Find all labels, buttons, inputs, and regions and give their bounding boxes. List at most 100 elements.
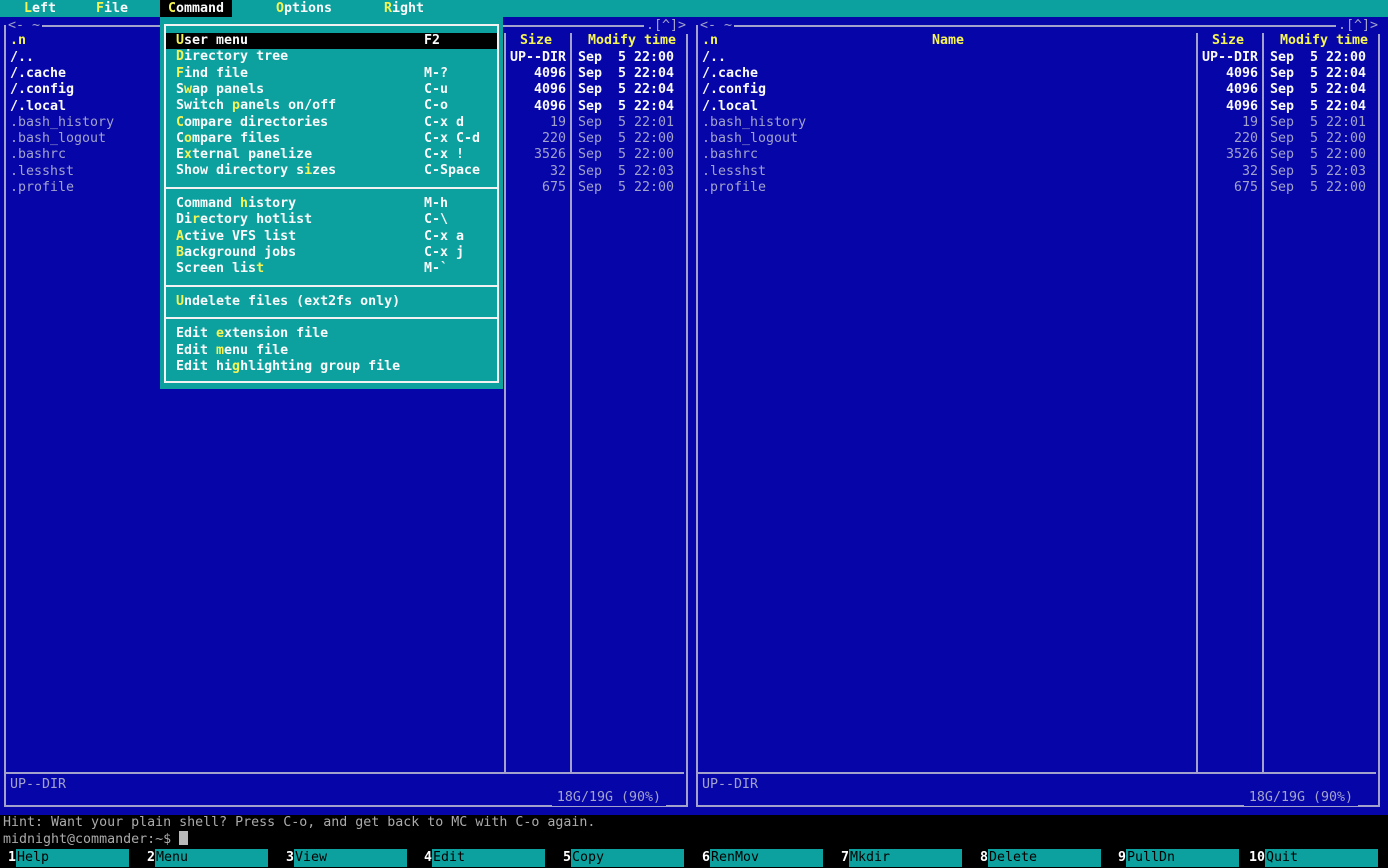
menu-item-command-history[interactable]: Command history M-h (166, 196, 497, 212)
fkey-button-mkdir[interactable]: 7Mkdir (833, 849, 972, 867)
label-rest: ectory hotlist (200, 212, 312, 227)
menu-item-find-file[interactable]: Find fileM-? (166, 66, 497, 82)
menu-item-label: Command history (176, 196, 296, 212)
fkey-button-menu[interactable]: 2Menu (139, 849, 278, 867)
menu-item-switch-panels-on-off[interactable]: Switch panels on/offC-o (166, 98, 497, 114)
hotkey-letter: g (232, 359, 240, 374)
menu-item-background-jobs[interactable]: Background jobsC-x j (166, 245, 497, 261)
command-menu-dropdown: User menuF2Directory treeFind fileM-?Swa… (160, 17, 503, 389)
hotkey-letter: U (176, 33, 184, 48)
hotkey-letter: R (384, 1, 392, 16)
file-row[interactable]: .bashrc3526Sep 5 22:00 (698, 147, 1376, 163)
file-row[interactable]: .profile675Sep 5 22:00 (698, 180, 1376, 196)
file-mtime: Sep 5 22:00 (1270, 131, 1366, 147)
hotkey-letter: i (304, 163, 312, 178)
file-size: UP--DIR (504, 50, 568, 66)
panel-path[interactable]: ~ (724, 18, 732, 33)
menu-item-edit-extension-file[interactable]: Edit extension file (166, 326, 497, 342)
column-header-size[interactable]: Size (504, 33, 568, 49)
fkey-button-view[interactable]: 3View (278, 849, 417, 867)
menu-item-shortcut: C-Space (424, 163, 480, 179)
menu-item-edit-highlighting-group-file[interactable]: Edit highlighting group file (166, 359, 497, 375)
menu-item-directory-tree[interactable]: Directory tree (166, 49, 497, 65)
history-back-button[interactable]: <- (700, 18, 716, 33)
label-rest: ompare directories (184, 115, 328, 130)
file-row[interactable]: /.config4096Sep 5 22:04 (698, 82, 1376, 98)
menu-item-shortcut: M-h (424, 196, 448, 212)
column-header-mtime[interactable]: Modify time (570, 33, 694, 49)
file-mtime: Sep 5 22:04 (1270, 82, 1366, 98)
file-name: /.config (702, 82, 766, 98)
file-row[interactable]: .lesshst32Sep 5 22:03 (698, 164, 1376, 180)
column-header-size[interactable]: Size (1196, 33, 1260, 49)
fkey-button-help[interactable]: 1Help (0, 849, 139, 867)
menu-item-undelete-files-ext2fs-only[interactable]: Undelete files (ext2fs only) (166, 294, 497, 310)
command-line[interactable]: midnight@commander:~$ (3, 831, 188, 847)
fkey-button-delete[interactable]: 8Delete (972, 849, 1111, 867)
menu-item-label: Edit extension file (176, 326, 328, 342)
menu-item-directory-hotlist[interactable]: Directory hotlistC-\ (166, 212, 497, 228)
file-mtime: Sep 5 22:04 (578, 99, 674, 115)
right-panel: <-~.[^]>.nNameSizeModify time/..UP--DIRS… (692, 17, 1384, 815)
fkey-button-copy[interactable]: 5Copy (555, 849, 694, 867)
fkey-button-quit[interactable]: 10Quit (1249, 849, 1388, 867)
label-pre: Command (176, 196, 240, 211)
panel-path[interactable]: ~ (32, 18, 40, 33)
menu-item-active-vfs-list[interactable]: Active VFS list C-x a (166, 229, 497, 245)
menubar-item-left[interactable]: Left (16, 0, 64, 17)
menu-item-compare-directories[interactable]: Compare directoriesC-x d (166, 115, 497, 131)
menu-item-label: Find file (176, 66, 248, 82)
fkey-number: 2 (139, 849, 155, 867)
menu-item-compare-files[interactable]: Compare filesC-x C-d (166, 131, 497, 147)
file-mtime: Sep 5 22:00 (1270, 50, 1366, 66)
file-size: 3526 (1196, 147, 1260, 163)
updir-button[interactable]: .[^]> (1336, 18, 1380, 34)
file-size: 19 (504, 115, 568, 131)
updir-button[interactable]: .[^]> (644, 18, 688, 34)
file-row[interactable]: /..UP--DIRSep 5 22:00 (698, 50, 1376, 66)
fkey-label: Edit (432, 849, 545, 867)
file-row[interactable]: .bash_history19Sep 5 22:01 (698, 115, 1376, 131)
menu-item-shortcut: F2 (424, 33, 440, 49)
label-pre: Edit (176, 326, 216, 341)
history-back-button[interactable]: <- (8, 18, 24, 33)
menu-item-label: Compare directories (176, 115, 328, 131)
menu-item-shortcut: C-x ! (424, 147, 464, 163)
menu-item-label: Screen list (176, 261, 264, 277)
menu-item-screen-list[interactable]: Screen listM-` (166, 261, 497, 277)
menu-item-label: Active VFS list (176, 229, 296, 245)
file-name: .profile (702, 180, 766, 196)
file-name: .lesshst (10, 164, 74, 180)
menubar-item-right[interactable]: Right (376, 0, 432, 17)
file-name: /.config (10, 82, 74, 98)
label-rest: mpare files (192, 131, 280, 146)
fkey-button-renmov[interactable]: 6RenMov (694, 849, 833, 867)
menu-item-user-menu[interactable]: User menuF2 (166, 33, 497, 49)
hotkey-letter: e (216, 326, 224, 341)
file-row[interactable]: .bash_logout220Sep 5 22:00 (698, 131, 1376, 147)
label-pre: Edit (176, 343, 216, 358)
label-rest: ommand (176, 1, 224, 16)
menu-item-external-panelize[interactable]: External panelizeC-x ! (166, 147, 497, 163)
fkey-label: Copy (571, 849, 684, 867)
free-space-indicator: 18G/19G (90%) (552, 790, 666, 806)
file-row[interactable]: /.cache4096Sep 5 22:04 (698, 66, 1376, 82)
column-header-mtime[interactable]: Modify time (1262, 33, 1386, 49)
menu-item-edit-menu-file[interactable]: Edit menu file (166, 343, 497, 359)
column-header-name[interactable]: Name (702, 33, 1194, 49)
menu-item-shortcut: C-x a (424, 229, 464, 245)
menu-separator (164, 187, 499, 189)
menu-item-swap-panels[interactable]: Swap panelsC-u (166, 82, 497, 98)
menubar-item-command[interactable]: Command (160, 0, 232, 17)
menu-item-show-directory-sizes[interactable]: Show directory sizesC-Space (166, 163, 497, 179)
menu-item-label: Swap panels (176, 82, 264, 98)
file-row[interactable]: /.local4096Sep 5 22:04 (698, 99, 1376, 115)
menubar-item-file[interactable]: File (88, 0, 136, 17)
file-name: .profile (10, 180, 74, 196)
fkey-button-pulldn[interactable]: 9PullDn (1110, 849, 1249, 867)
menubar-item-options[interactable]: Options (268, 0, 340, 17)
file-name: .lesshst (702, 164, 766, 180)
fkey-number: 3 (278, 849, 294, 867)
label-rest: ind file (184, 66, 248, 81)
fkey-button-edit[interactable]: 4Edit (416, 849, 555, 867)
